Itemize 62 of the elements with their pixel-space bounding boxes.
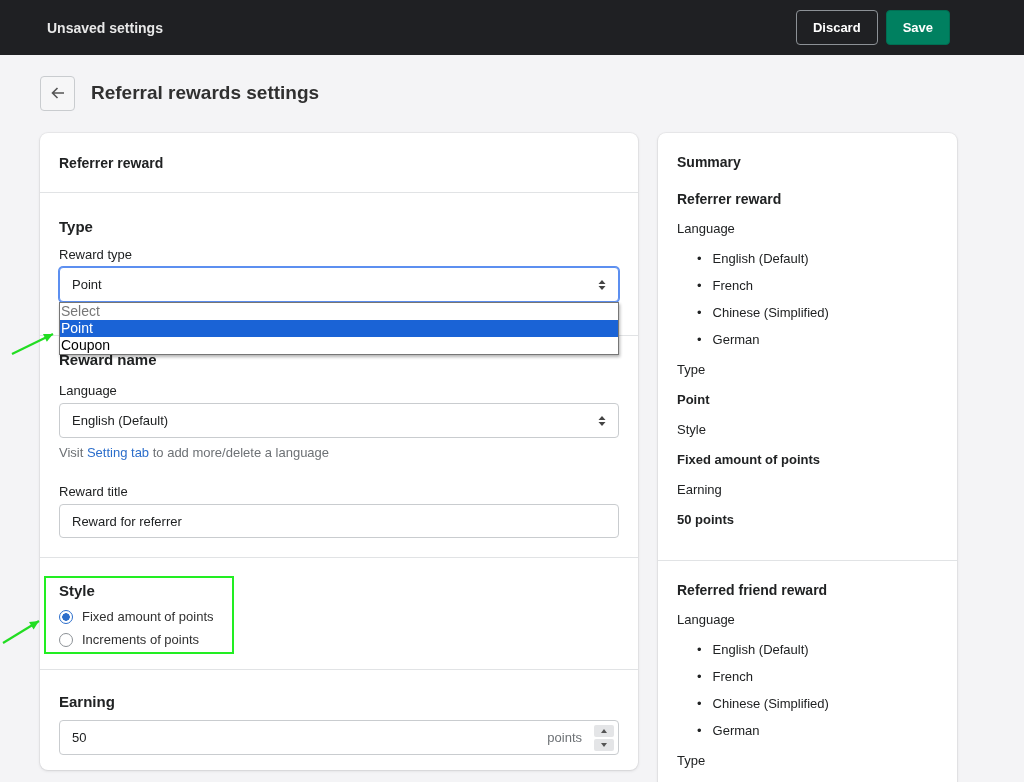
updown-caret-icon [598,278,606,291]
summary-heading: Referred friend reward [677,582,829,598]
caret-up-icon [601,728,607,733]
section-title: Style [59,582,96,599]
summary-value: 50 points [677,512,736,527]
setting-tab-link[interactable]: Setting tab [86,445,150,460]
help-text: Visit Setting tab to add more/delete a language [59,445,331,460]
summary-label: Type [677,362,707,377]
dropdown-option[interactable]: Select [60,303,618,320]
increment-button[interactable] [594,724,614,737]
bar-title: Unsaved settings [47,19,163,36]
list-item: Chinese (Simplified) [712,696,829,712]
caret-down-icon [601,742,607,747]
list-bullet: • [697,669,702,685]
summary-label: Type [677,753,707,768]
summary-value: Point [677,392,711,407]
earning-field[interactable]: 50 points [59,720,619,755]
list-bullet: • [697,642,702,658]
arrow-left-icon [49,85,66,101]
summary-label: Earning [677,482,723,497]
section-title: Earning [59,693,116,710]
radio-label: Increments of points [82,632,200,647]
list-item: English (Default) [712,642,809,658]
radio-button[interactable] [59,609,73,624]
summary-value: Fixed amount of points [677,452,821,467]
field-label: Reward title [59,484,129,499]
list-bullet: • [697,305,702,321]
summary-heading: Referrer reward [677,191,783,207]
list-bullet: • [697,278,702,294]
annotation-arrow [2,620,40,644]
list-item: French [712,669,754,685]
language-select[interactable]: English (Default) [59,403,619,438]
updown-caret-icon [598,414,606,427]
reward-type-select[interactable]: Point [59,267,619,302]
card-title: Summary [677,154,742,170]
dropdown-option[interactable]: Coupon [60,337,618,354]
field-label: Reward type [59,247,133,262]
annotation-arrow [11,333,54,355]
summary-label: Style [677,422,707,437]
dropdown-option[interactable]: Point [60,320,618,337]
list-bullet: • [697,696,702,712]
list-bullet: • [697,332,702,348]
list-item: German [712,332,760,348]
radio-label: Fixed amount of points [82,609,214,624]
list-item: French [712,278,754,294]
section-title: Type [59,218,94,235]
list-item: German [712,723,760,739]
list-bullet: • [697,251,702,267]
summary-label: Language [677,612,736,627]
field-label: Language [59,383,118,398]
unit-suffix: points [547,730,582,745]
reward-title-field[interactable]: Reward for referrer [59,504,619,538]
decrement-button[interactable] [594,738,614,751]
back-button[interactable] [40,75,75,111]
page-title: Referral rewards settings [91,82,320,104]
save-button[interactable]: Save [885,10,950,45]
list-bullet: • [697,723,702,739]
discard-button[interactable]: Discard [795,10,878,45]
summary-label: Language [677,221,736,236]
card-title: Referrer reward [59,155,165,171]
list-item: Chinese (Simplified) [712,305,829,321]
list-item: English (Default) [712,251,809,267]
